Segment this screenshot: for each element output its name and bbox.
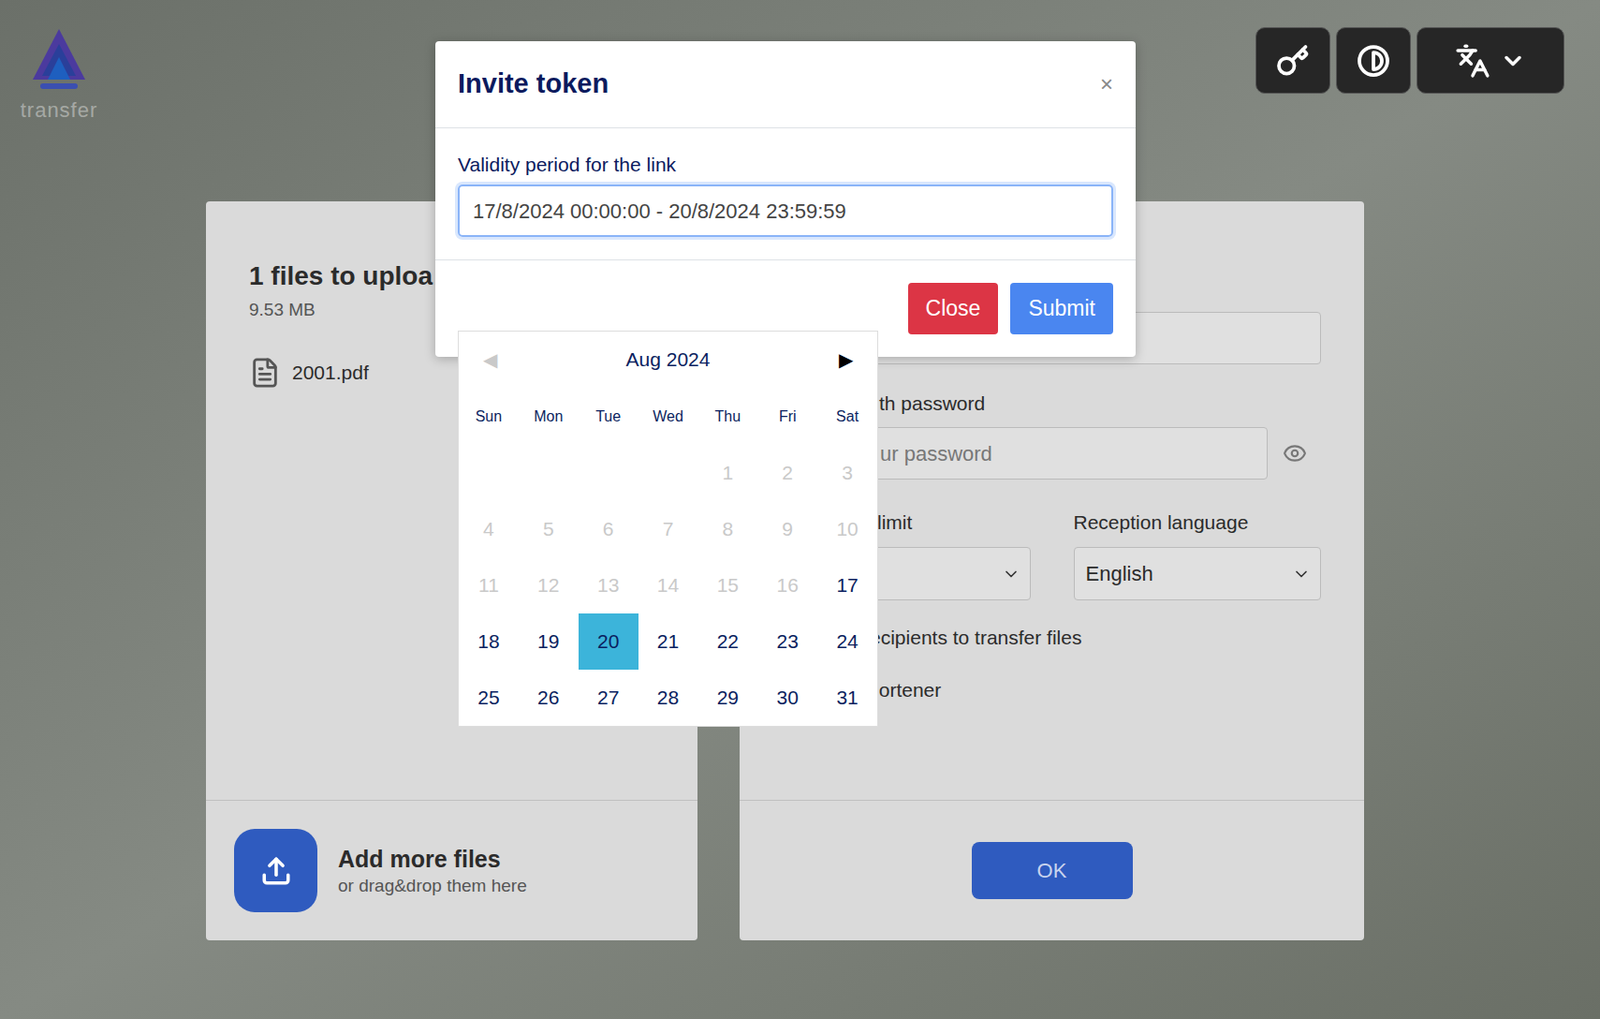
calendar-day[interactable]: 27 (578, 669, 639, 726)
language-select[interactable]: English (1073, 546, 1322, 601)
weekday: Sun (458, 405, 519, 428)
calendar-day[interactable]: 28 (638, 669, 699, 726)
empty-day (518, 444, 579, 501)
eye-icon[interactable] (1282, 440, 1307, 466)
calendar-day: 3 (817, 444, 878, 501)
dialog-close-button[interactable]: × (1100, 73, 1114, 96)
upload-icon (260, 854, 293, 887)
calendar-day[interactable]: 18 (458, 613, 519, 670)
ok-button[interactable]: OK (971, 841, 1133, 899)
chevron-down-icon (1291, 564, 1311, 584)
week-row: 25262728293031 (458, 669, 878, 726)
add-files-title: Add more files (337, 843, 528, 874)
week-row: 123 (458, 444, 878, 501)
calendar-day[interactable]: 19 (518, 613, 579, 670)
calendar-day: 13 (578, 557, 639, 614)
add-files-area[interactable]: Add more filesor drag&drop them here (205, 799, 698, 940)
calendar-day[interactable]: 23 (757, 613, 818, 670)
weekday: Thu (697, 405, 758, 428)
pdf-file-icon (249, 356, 281, 389)
calendar-day: 12 (518, 557, 579, 614)
calendar-day: 2 (757, 444, 818, 501)
toolbar (1255, 27, 1565, 94)
month-label: Aug 2024 (626, 344, 711, 375)
calendar-day: 9 (757, 500, 818, 558)
calendar-day[interactable]: 25 (458, 669, 519, 726)
logo[interactable]: transfer (10, 27, 108, 123)
chevron-down-icon (1001, 564, 1021, 584)
contrast-button[interactable] (1335, 27, 1411, 94)
validity-input[interactable]: 17/8/2024 00:00:00 - 20/8/2024 23:59:59 (457, 184, 1114, 237)
calendar-day[interactable]: 26 (518, 669, 579, 726)
week-row: 18192021222324 (458, 613, 878, 670)
empty-day (638, 444, 699, 501)
dialog-title: Invite token (457, 63, 609, 105)
weekday: Tue (578, 405, 639, 428)
language-label: Reception language (1073, 511, 1322, 534)
empty-day (458, 444, 519, 501)
dialog-header: Invite token × (435, 41, 1136, 129)
calendar-header: ◀ Aug 2024 ▶ (458, 331, 878, 388)
calendar-day: 11 (458, 557, 519, 614)
language-button[interactable] (1416, 27, 1565, 94)
weekday: Sat (817, 405, 878, 428)
upload-button[interactable] (234, 828, 318, 912)
calendar-day[interactable]: 24 (817, 613, 878, 670)
submit-button[interactable]: Submit (1010, 282, 1114, 335)
calendar-day: 5 (518, 500, 579, 558)
close-button[interactable]: Close (908, 282, 999, 335)
weekday: Fri (757, 405, 818, 428)
empty-day (578, 444, 639, 501)
weekday: Wed (638, 405, 699, 428)
field-label: Validity period for the link (457, 152, 1114, 177)
calendar-day: 4 (458, 500, 519, 558)
calendar-day: 7 (638, 500, 699, 558)
language-icon (1454, 43, 1491, 79)
calendar-day[interactable]: 20 (578, 613, 639, 670)
calendar-day[interactable]: 17 (817, 557, 878, 614)
contrast-icon (1356, 44, 1391, 78)
calendar-day: 14 (638, 557, 699, 614)
key-icon (1276, 44, 1310, 78)
next-month-button[interactable]: ▶ (832, 345, 861, 374)
chevron-down-icon (1499, 47, 1527, 74)
weekday-row: SunMonTueWedThuFriSat (458, 387, 878, 445)
add-files-subtitle: or drag&drop them here (337, 873, 528, 898)
calendar-day: 1 (697, 444, 758, 501)
page: transfer1 files to uploa9.53 MB2001.pdfA… (0, 0, 1600, 1019)
calendar-day[interactable]: 31 (817, 669, 878, 726)
calendar-day[interactable]: 22 (697, 613, 758, 670)
calendar-day: 6 (578, 500, 639, 558)
week-row: 11121314151617 (458, 557, 878, 614)
calendar-day: 10 (817, 500, 878, 558)
date-picker: ◀Aug 2024▶SunMonTueWedThuFriSat123456789… (457, 330, 879, 727)
prev-month-button[interactable]: ◀ (475, 345, 504, 374)
key-button[interactable] (1255, 27, 1331, 94)
invite-token-dialog: Invite token × Validity period for the lin… (435, 41, 1136, 357)
calendar-day[interactable]: 21 (638, 613, 699, 670)
week-row: 45678910 (458, 500, 878, 558)
calendar-day: 15 (697, 557, 758, 614)
weekday: Mon (518, 405, 579, 428)
calendar-day[interactable]: 30 (757, 669, 818, 726)
logo-icon (30, 27, 88, 97)
dialog-body: Validity period for the link 17/8/2024 00… (435, 128, 1136, 260)
options-footer: OK (739, 799, 1365, 940)
calendar-day: 16 (757, 557, 818, 614)
calendar-day[interactable]: 29 (697, 669, 758, 726)
calendar-day: 8 (697, 500, 758, 558)
